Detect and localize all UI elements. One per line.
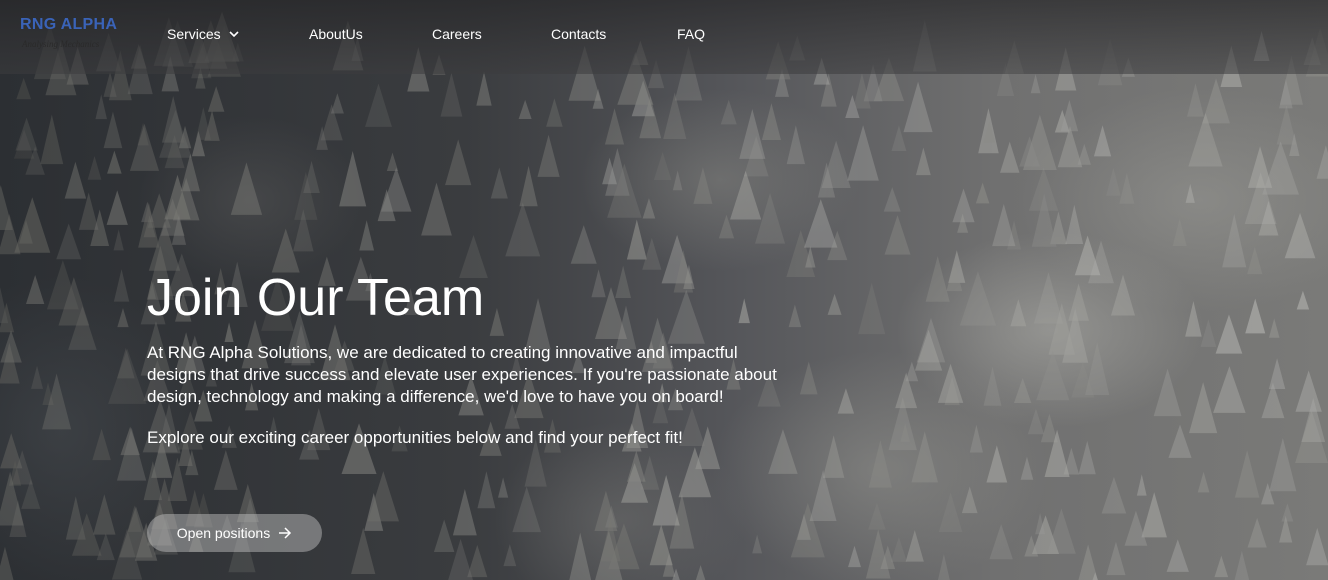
nav-aboutus[interactable]: AboutUs (309, 26, 363, 42)
logo-tagline: Analysing Mechanics (22, 39, 100, 49)
nav-aboutus-label: AboutUs (309, 26, 363, 42)
careers-page: RNG ALPHA Analysing Mechanics Services A… (0, 0, 1328, 580)
hero-section: Join Our Team At RNG Alpha Solutions, we… (147, 268, 787, 449)
page-title: Join Our Team (147, 269, 485, 327)
logo-title: RNG ALPHA (20, 16, 118, 33)
nav-careers[interactable]: Careers (432, 26, 482, 42)
site-header: RNG ALPHA Analysing Mechanics Services A… (0, 0, 1328, 74)
nav-contacts[interactable]: Contacts (551, 26, 606, 42)
arrow-right-icon (279, 527, 292, 539)
logo[interactable]: RNG ALPHA Analysing Mechanics (20, 14, 130, 54)
hero-description: At RNG Alpha Solutions, we are dedicated… (147, 343, 777, 406)
chevron-down-icon (229, 31, 239, 38)
nav-services-label: Services (167, 26, 221, 42)
hero-cta-text: Explore our exciting career opportunitie… (147, 428, 683, 447)
nav-services[interactable]: Services (167, 26, 239, 42)
open-positions-label: Open positions (176, 525, 271, 541)
nav-contacts-label: Contacts (551, 26, 607, 42)
nav-faq-label: FAQ (677, 26, 706, 42)
nav-faq[interactable]: FAQ (677, 26, 705, 42)
open-positions-button[interactable]: Open positions (147, 514, 322, 552)
nav-careers-label: Careers (432, 26, 482, 42)
